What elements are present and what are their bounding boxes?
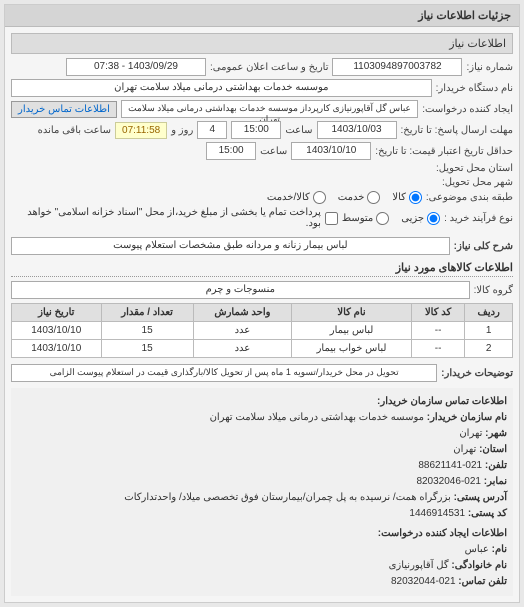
contact-addr: بزرگراه همت/ نرسیده به پل چمران/بیمارستا… — [124, 492, 451, 503]
radio-jozi-input[interactable] — [427, 212, 440, 225]
contact-org-label: نام سازمان خریدار: — [427, 412, 507, 423]
contact-city-label: شهر: — [485, 428, 507, 439]
contact-name: عباس — [465, 544, 489, 555]
response-deadline-label: مهلت ارسال پاسخ: تا تاریخ: — [401, 125, 513, 136]
radio-motavaset[interactable]: متوسط — [342, 212, 389, 225]
cell-unit: عدد — [193, 322, 292, 340]
contact-postcode: 1446914531 — [409, 508, 465, 519]
contact-info-block: اطلاعات تماس سازمان خریدار: نام سازمان خ… — [11, 388, 513, 596]
org-name-label: نام دستگاه خریدار: — [436, 83, 513, 94]
radio-motavaset-label: متوسط — [342, 213, 373, 224]
desc-label: شرح کلی نیاز: — [454, 241, 513, 252]
org-name-field: موسسه خدمات بهداشتی درمانی میلاد سلامت ت… — [11, 79, 432, 97]
contact-lastname-label: نام خانوادگی: — [451, 560, 507, 571]
contact-section1-title: اطلاعات تماس سازمان خریدار: — [17, 394, 507, 410]
buyer-notes-label: توضیحات خریدار: — [441, 368, 513, 379]
treasury-note: پرداخت تمام یا بخشی از مبلغ خرید،از محل … — [11, 207, 321, 229]
contact-info-button[interactable]: اطلاعات تماس خریدار — [11, 101, 117, 118]
remain-label: ساعت باقی مانده — [38, 125, 111, 136]
contact-phone2-label: تلفن تماس: — [458, 576, 507, 587]
radio-motavaset-input[interactable] — [376, 212, 389, 225]
delivery-province-label: استان محل تحویل: — [436, 163, 513, 174]
delivery-city-label: شهر محل تحویل: — [442, 177, 513, 188]
radio-kala[interactable]: کالا — [392, 191, 422, 204]
contact-addr-label: آدرس پستی: — [454, 492, 507, 503]
radio-khadamat-input[interactable] — [367, 191, 380, 204]
purchase-type-label: نوع فرآیند خرید : — [444, 213, 513, 224]
contact-province-label: استان: — [479, 444, 507, 455]
cell-date: 1403/10/10 — [12, 322, 102, 340]
public-datetime-label: تاریخ و ساعت اعلان عمومی: — [210, 62, 329, 73]
col-unit: واحد شمارش — [193, 304, 292, 322]
buyer-notes-field: تحویل در محل خریدار/تسویه 1 ماه پس از تح… — [11, 364, 437, 382]
contact-org: موسسه خدمات بهداشتی درمانی میلاد سلامت ت… — [210, 412, 424, 423]
goods-table: ردیف کد کالا نام کالا واحد شمارش تعداد /… — [11, 303, 513, 358]
cell-name: لباس بیمار — [292, 322, 412, 340]
cell-date: 1403/10/10 — [12, 340, 102, 358]
table-row[interactable]: 2 -- لباس خواب بیمار عدد 15 1403/10/10 — [12, 340, 513, 358]
cell-code: -- — [411, 340, 465, 358]
table-row[interactable]: 1 -- لباس بیمار عدد 15 1403/10/10 — [12, 322, 513, 340]
contact-city: تهران — [459, 428, 482, 439]
radio-khadamat-label: خدمت — [338, 192, 365, 203]
contact-fax: 021-82032046 — [416, 476, 481, 487]
col-qty: تعداد / مقدار — [101, 304, 193, 322]
days-field: 4 — [197, 121, 227, 139]
creator-label: ایجاد کننده درخواست: — [422, 104, 513, 115]
response-date-field: 1403/10/03 — [317, 121, 397, 139]
validity-time-field: 15:00 — [206, 142, 256, 160]
radio-kala-khadamat-label: کالا/خدمت — [267, 192, 310, 203]
contact-phone: 021-88621141 — [418, 460, 482, 471]
validity-label: حداقل تاریخ اعتبار قیمت: تا تاریخ: — [375, 146, 513, 157]
cell-name: لباس خواب بیمار — [292, 340, 412, 358]
days-label: روز و — [171, 125, 193, 136]
radio-kala-input[interactable] — [409, 191, 422, 204]
cell-qty: 15 — [101, 322, 193, 340]
treasury-checkbox[interactable] — [325, 212, 338, 225]
col-name: نام کالا — [292, 304, 412, 322]
countdown-timer: 07:11:58 — [115, 122, 167, 139]
radio-jozi[interactable]: جزیی — [401, 212, 440, 225]
goods-section-title: اطلاعات کالاهای مورد نیاز — [11, 261, 513, 277]
main-panel: جزئیات اطلاعات نیاز اطلاعات نیاز شماره ن… — [4, 4, 520, 603]
contact-section2-title: اطلاعات ایجاد کننده درخواست: — [17, 526, 507, 542]
category-radio-group: کالا خدمت کالا/خدمت — [267, 191, 422, 204]
contact-province: تهران — [453, 444, 476, 455]
purchase-type-radio-group: جزیی متوسط — [342, 212, 440, 225]
contact-lastname: گل آقاپورنیازی — [389, 560, 449, 571]
tab-info[interactable]: اطلاعات نیاز — [11, 33, 513, 54]
contact-phone-label: تلفن: — [485, 460, 507, 471]
group-label: طبقه بندی موضوعی: — [426, 192, 513, 203]
radio-kala-label: کالا — [392, 192, 406, 203]
contact-fax-label: نمابر: — [484, 476, 507, 487]
response-time-field: 15:00 — [231, 121, 281, 139]
radio-jozi-label: جزیی — [401, 213, 424, 224]
time-label-2: ساعت — [260, 146, 287, 157]
col-row: ردیف — [465, 304, 513, 322]
public-datetime-field: 1403/09/29 - 07:38 — [66, 58, 206, 76]
radio-kala-khadamat[interactable]: کالا/خدمت — [267, 191, 326, 204]
creator-field: عباس گل آقاپورنیازی کارپرداز موسسه خدمات… — [121, 100, 418, 118]
col-code: کد کالا — [411, 304, 465, 322]
contact-name-label: نام: — [492, 544, 507, 555]
request-no-field: 1103094897003782 — [332, 58, 462, 76]
cell-idx: 2 — [465, 340, 513, 358]
radio-kala-khadamat-input[interactable] — [313, 191, 326, 204]
cell-unit: عدد — [193, 340, 292, 358]
goods-group-field: منسوجات و چرم — [11, 281, 470, 299]
request-no-label: شماره نیاز: — [466, 62, 513, 73]
col-date: تاریخ نیاز — [12, 304, 102, 322]
panel-header: جزئیات اطلاعات نیاز — [5, 5, 519, 27]
contact-postcode-label: کد پستی: — [468, 508, 507, 519]
time-label-1: ساعت — [285, 125, 312, 136]
contact-phone2: 021-82032044 — [391, 576, 456, 587]
cell-idx: 1 — [465, 322, 513, 340]
radio-khadamat[interactable]: خدمت — [338, 191, 381, 204]
validity-date-field: 1403/10/10 — [291, 142, 371, 160]
goods-group-label: گروه کالا: — [474, 285, 513, 296]
cell-qty: 15 — [101, 340, 193, 358]
desc-field: لباس بیمار زنانه و مردانه طبق مشخصات است… — [11, 237, 450, 255]
cell-code: -- — [411, 322, 465, 340]
